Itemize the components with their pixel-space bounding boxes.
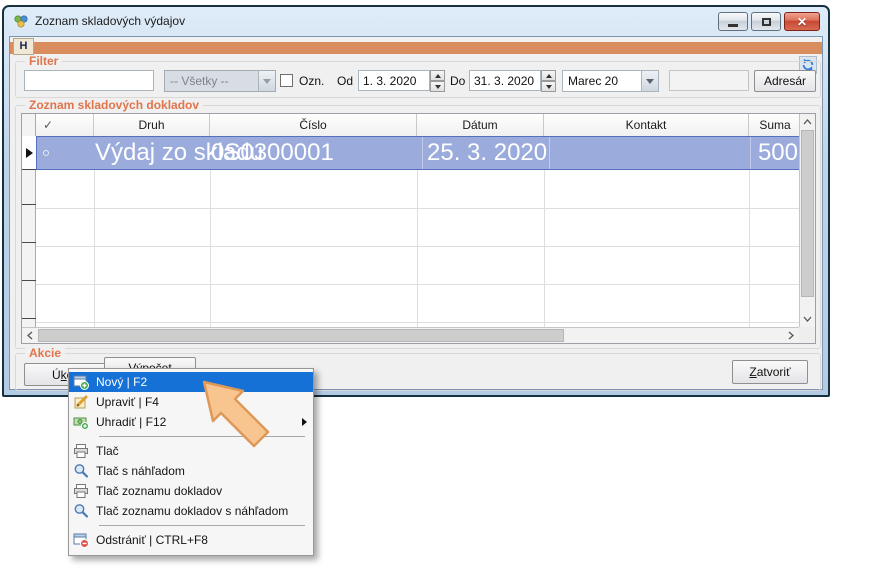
date-from-spinner[interactable]	[430, 70, 445, 92]
column-header-datum[interactable]: Dátum	[417, 114, 544, 136]
type-dropdown-value: -- Všetky --	[165, 74, 258, 88]
extra-field[interactable]	[669, 70, 749, 91]
tab-h[interactable]: H	[13, 38, 34, 55]
client-area: H Filter	[9, 36, 823, 390]
minimize-button[interactable]	[718, 12, 748, 31]
scroll-left-icon[interactable]	[22, 328, 38, 343]
date-to-field[interactable]	[469, 70, 541, 91]
window-title: Zoznam skladových výdajov	[35, 14, 185, 28]
spin-down-icon[interactable]	[430, 81, 445, 92]
date-to-spinner[interactable]	[541, 70, 556, 92]
chevron-down-icon	[641, 71, 658, 91]
table-header: ✓ Druh Číslo Dátum Kontakt Suma	[22, 114, 815, 136]
spin-up-icon[interactable]	[541, 70, 556, 81]
menu-separator	[99, 525, 305, 526]
column-header-druh[interactable]: Druh	[94, 114, 210, 136]
new-document-icon	[73, 374, 89, 390]
actions-group-label: Akcie	[25, 346, 65, 361]
printer-icon	[73, 443, 89, 459]
to-label: Do	[450, 74, 465, 88]
close-icon: ✕	[797, 16, 807, 28]
cell-cislo: 0S0300001	[211, 137, 418, 169]
month-dropdown-value: Marec 20	[563, 74, 641, 88]
spin-down-icon[interactable]	[541, 81, 556, 92]
ozn-label: Ozn.	[299, 74, 324, 88]
close-button[interactable]: ✕	[784, 12, 820, 31]
zatvorit-button[interactable]: Zatvoriť	[732, 360, 808, 384]
search-box	[24, 70, 154, 91]
search-input[interactable]	[28, 72, 183, 89]
vertical-scrollbar-thumb[interactable]	[801, 130, 814, 297]
chevron-down-icon	[258, 71, 275, 91]
scroll-up-icon[interactable]	[800, 114, 815, 130]
date-from-field[interactable]	[358, 70, 430, 91]
print-preview-icon	[73, 503, 89, 519]
print-preview-icon	[73, 463, 89, 479]
accent-bar	[10, 42, 822, 54]
edit-icon	[73, 394, 89, 410]
maximize-button[interactable]	[751, 12, 781, 31]
menu-item-tlac-zoznamu-nahlad[interactable]: Tlač zoznamu dokladov s náhľadom	[69, 501, 313, 521]
horizontal-scrollbar[interactable]	[22, 327, 799, 343]
documents-table: ✓ Druh Číslo Dátum Kontakt Suma	[21, 113, 816, 344]
minimize-icon	[728, 24, 738, 27]
cell-datum: 25. 3. 2020	[422, 137, 549, 169]
scroll-right-icon[interactable]	[783, 328, 799, 343]
column-header-kontakt[interactable]: Kontakt	[544, 114, 749, 136]
horizontal-scrollbar-thumb[interactable]	[38, 329, 564, 342]
delete-icon	[73, 532, 89, 548]
menu-item-tlac-nahlad[interactable]: Tlač s náhľadom	[69, 461, 313, 481]
app-window: Zoznam skladových výdajov ✕ H Filter	[2, 5, 830, 397]
menu-item-odstranit[interactable]: Odstrániť | CTRL+F8	[69, 530, 313, 550]
app-icon	[13, 13, 29, 29]
titlebar: Zoznam skladových výdajov ✕	[4, 7, 828, 35]
ozn-checkbox[interactable]	[280, 74, 293, 87]
cell-kontakt	[549, 137, 750, 169]
type-dropdown[interactable]: -- Všetky --	[164, 70, 276, 92]
scroll-down-icon[interactable]	[800, 311, 815, 327]
pay-icon	[73, 414, 89, 430]
printer-icon	[73, 483, 89, 499]
vertical-scrollbar[interactable]	[799, 114, 815, 327]
row-pointer-icon	[26, 148, 33, 158]
month-dropdown[interactable]: Marec 20	[562, 70, 659, 92]
documents-group: Zoznam skladových dokladov ✓ Druh Číslo …	[15, 105, 821, 349]
menu-item-tlac-zoznamu[interactable]: Tlač zoznamu dokladov	[69, 481, 313, 501]
screen: Zoznam skladových výdajov ✕ H Filter	[0, 0, 884, 572]
maximize-icon	[762, 18, 771, 26]
column-header-cislo[interactable]: Číslo	[210, 114, 417, 136]
filter-group-label: Filter	[25, 54, 62, 69]
adresar-button[interactable]: Adresár	[754, 70, 816, 92]
row-marker-icon	[43, 150, 49, 156]
submenu-arrow-icon	[302, 418, 307, 426]
from-label: Od	[337, 74, 353, 88]
spin-up-icon[interactable]	[430, 70, 445, 81]
column-header-check[interactable]: ✓	[36, 114, 94, 136]
filter-group: Filter -- Všetky -- Ozn. Od	[15, 61, 821, 98]
pointer-arrow-cursor	[200, 378, 278, 456]
cell-suma: 500	[750, 137, 798, 169]
documents-group-label: Zoznam skladových dokladov	[25, 98, 203, 113]
current-row-indicator	[22, 136, 36, 170]
column-header-suma[interactable]: Suma	[749, 114, 801, 136]
table-row[interactable]: Výdaj zo skladu 0S0300001 25. 3. 2020 50…	[36, 136, 801, 170]
